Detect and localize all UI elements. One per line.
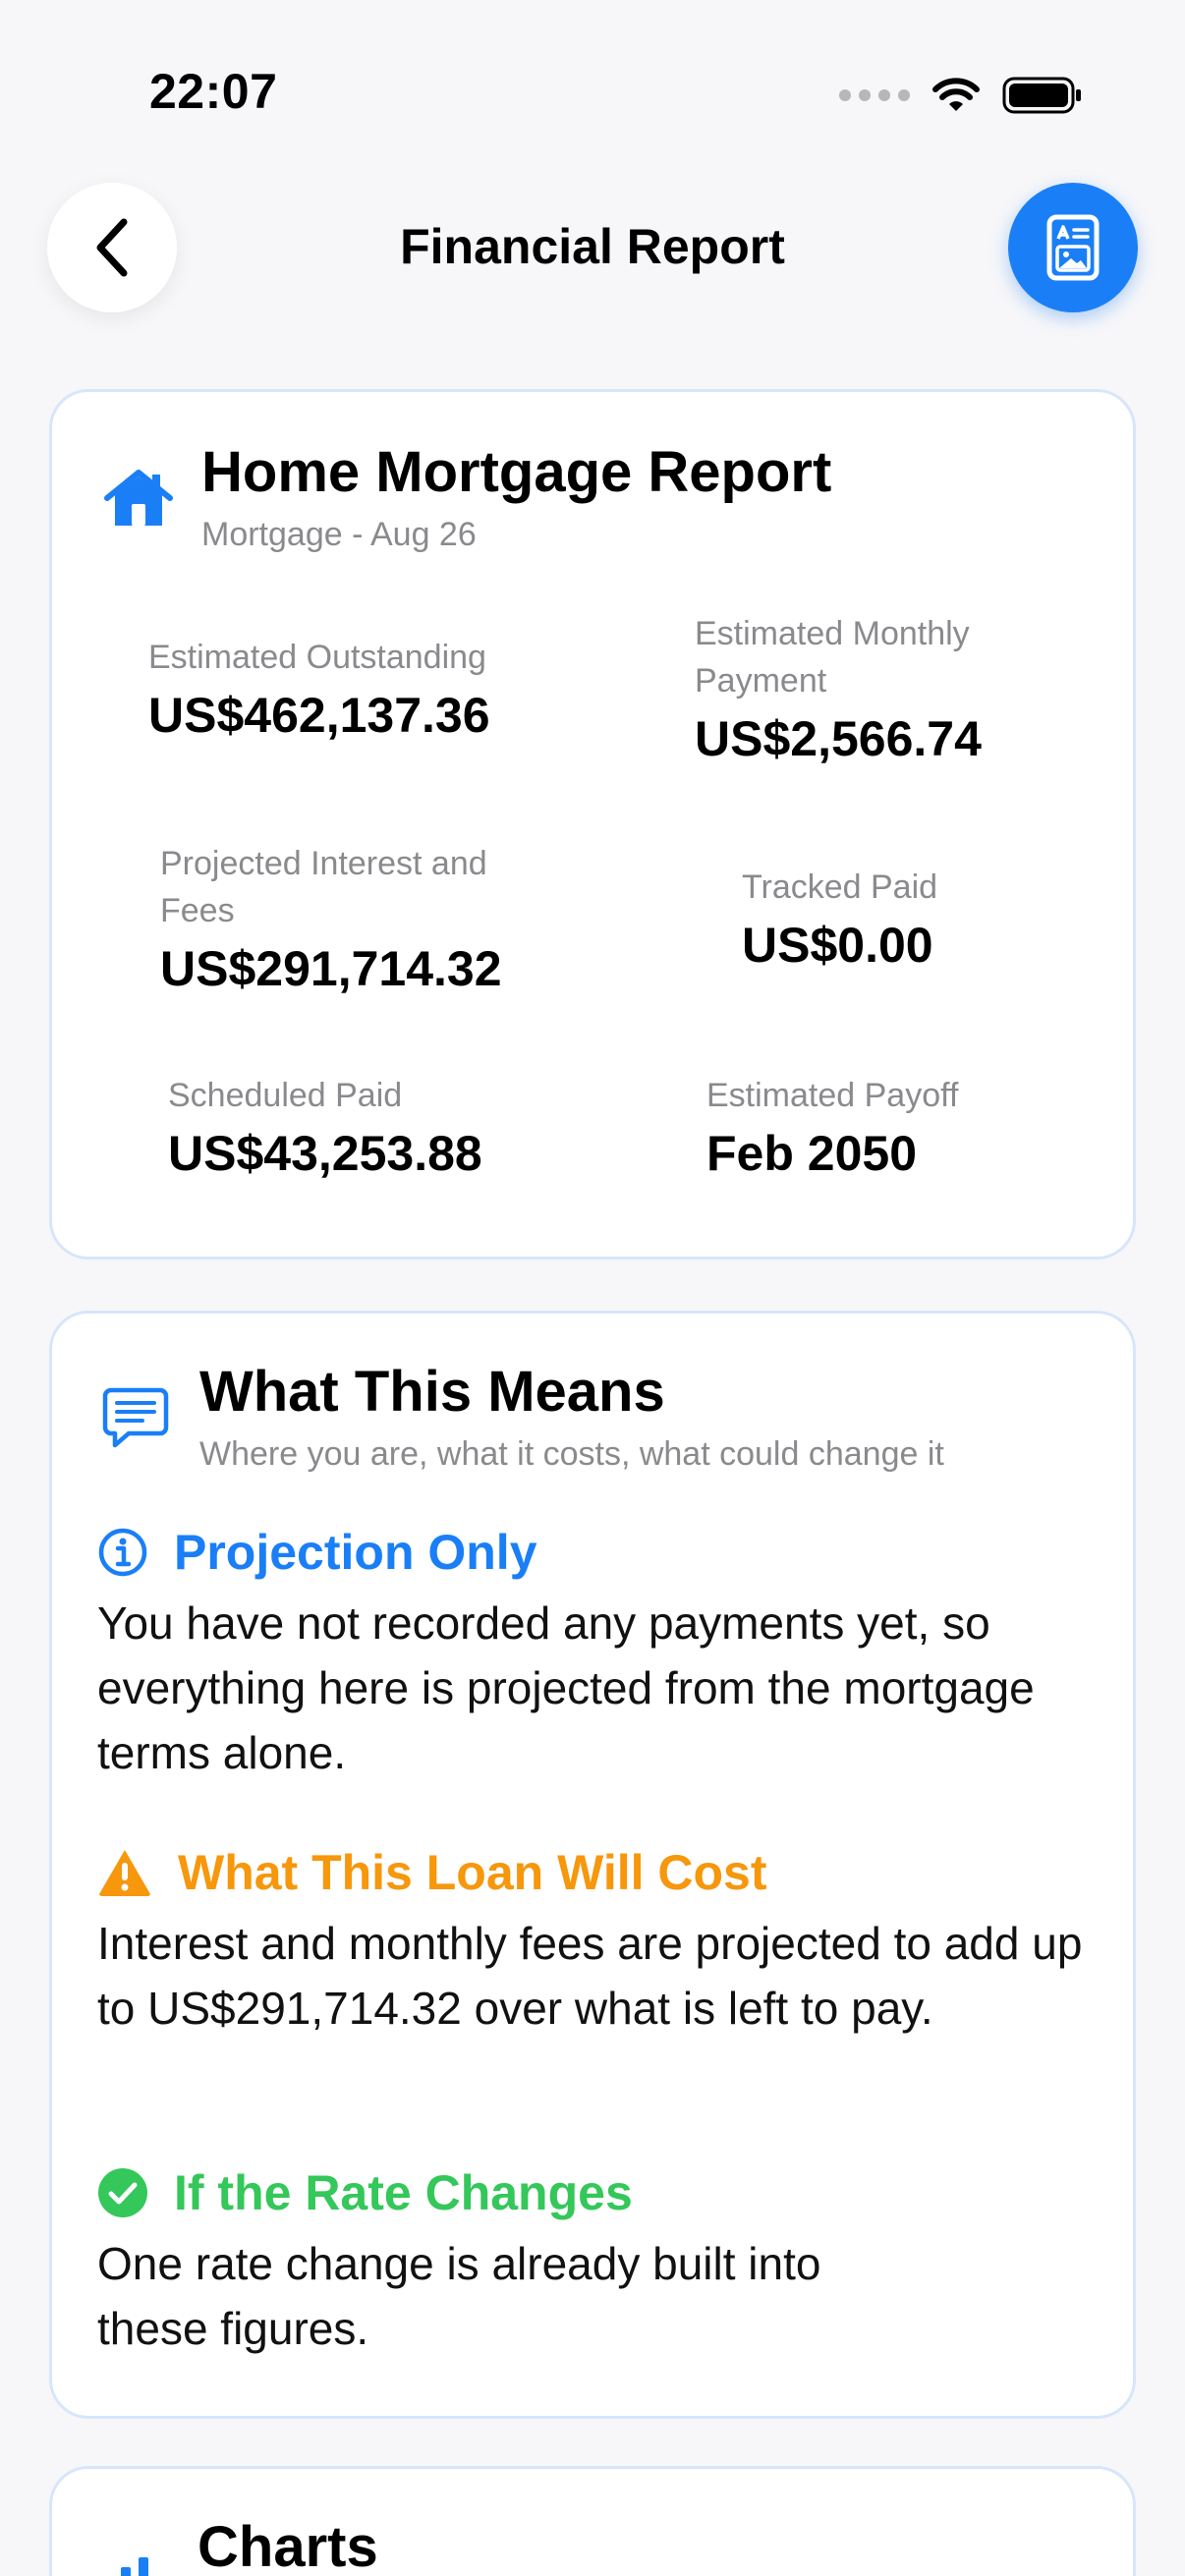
report-subtitle: Mortgage - Aug 26 (201, 516, 477, 553)
meaning-subtitle: Where you are, what it costs, what could… (199, 1435, 944, 1473)
export-report-button[interactable] (1008, 183, 1138, 312)
financial-report-screen: 22:07 Financial Report Home Mortgage Rep… (0, 0, 1185, 2576)
metric-estimated-monthly-payment: Estimated Monthly Payment US$2,566.74 (695, 610, 1009, 769)
metric-tracked-paid: Tracked Paid US$0.00 (742, 864, 1056, 976)
metric-value: US$291,714.32 (160, 941, 502, 996)
loan-cost-section: What This Loan Will Cost Interest and mo… (97, 1838, 1100, 2041)
section-body: One rate change is already built into th… (97, 2238, 821, 2354)
what-this-means-card: What This Means Where you are, what it c… (49, 1311, 1136, 2419)
metric-label: Projected Interest and Fees (160, 845, 487, 929)
metric-label: Estimated Outstanding (148, 639, 486, 676)
section-body: Interest and monthly fees are projected … (97, 1918, 1083, 2034)
battery-icon (1002, 77, 1081, 114)
metric-label: Estimated Monthly Payment (695, 615, 970, 700)
projection-only-section: Projection Only You have not recorded an… (97, 1518, 1100, 1785)
section-body: You have not recorded any payments yet, … (97, 1597, 1035, 1778)
house-icon (104, 470, 173, 526)
cellular-signal-icon (839, 89, 910, 101)
metric-label: Estimated Payoff (706, 1077, 959, 1114)
rate-change-section: If the Rate Changes One rate change is a… (97, 2158, 1100, 2361)
metric-value: US$0.00 (742, 918, 933, 973)
section-title: What This Loan Will Cost (178, 1845, 767, 1900)
document-image-icon (1046, 214, 1100, 281)
report-title: Home Mortgage Report (201, 440, 832, 504)
metric-value: Feb 2050 (706, 1126, 918, 1181)
message-text-icon (102, 1387, 169, 1448)
warning-triangle-icon (99, 1850, 150, 1897)
metric-estimated-payoff: Estimated Payoff Feb 2050 (706, 1072, 1080, 1184)
metric-estimated-outstanding: Estimated Outstanding US$462,137.36 (148, 634, 561, 746)
metric-value: US$43,253.88 (168, 1126, 482, 1181)
metric-projected-interest-and-fees: Projected Interest and Fees US$291,714.3… (160, 840, 514, 999)
status-indicators (839, 71, 1083, 120)
info-circle-icon (98, 1528, 147, 1577)
metric-value: US$2,566.74 (695, 711, 982, 766)
meaning-title: What This Means (199, 1360, 665, 1424)
metric-value: US$462,137.36 (148, 688, 490, 743)
charts-card: Charts (49, 2466, 1136, 2576)
chart-icon (121, 2557, 148, 2576)
metric-label: Tracked Paid (742, 868, 938, 906)
metric-label: Scheduled Paid (168, 1077, 403, 1114)
mortgage-report-card: Home Mortgage Report Mortgage - Aug 26 E… (49, 389, 1136, 1260)
section-title: Projection Only (174, 1525, 537, 1580)
charts-title: Charts (198, 2515, 378, 2576)
check-circle-icon (98, 2168, 147, 2217)
metric-scheduled-paid: Scheduled Paid US$43,253.88 (168, 1072, 561, 1184)
status-time: 22:07 (149, 64, 278, 119)
wifi-icon (932, 78, 980, 111)
section-title: If the Rate Changes (174, 2165, 633, 2220)
